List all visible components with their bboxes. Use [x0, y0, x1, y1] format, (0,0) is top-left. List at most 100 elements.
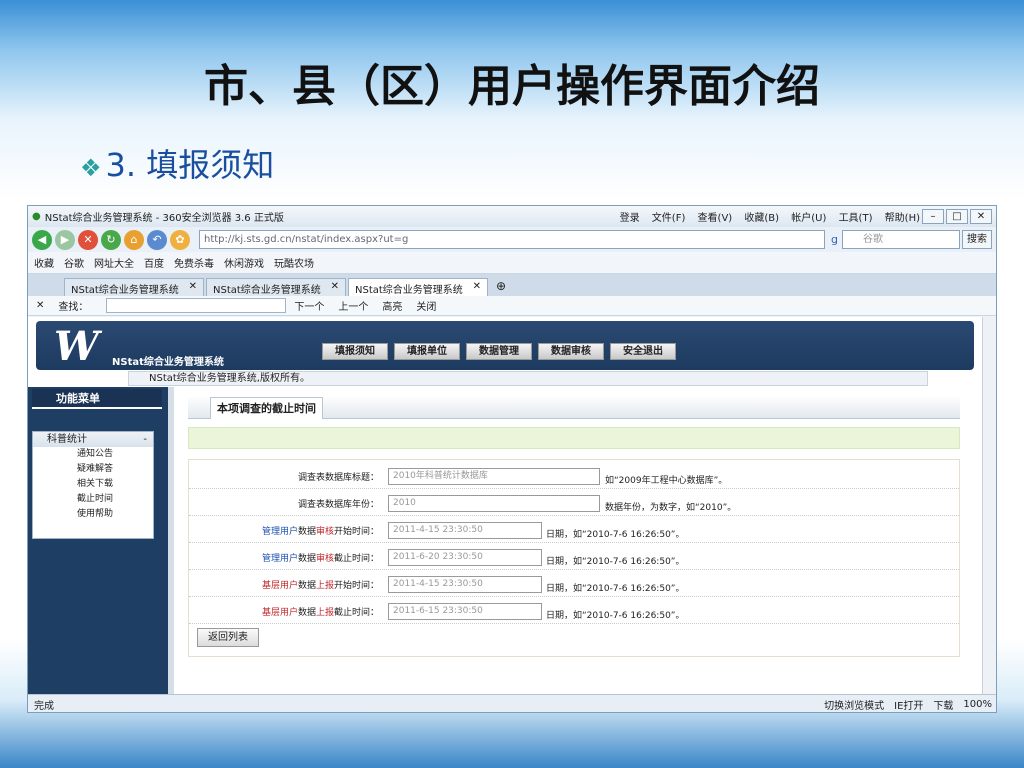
- undo-icon[interactable]: ↶: [147, 229, 167, 250]
- nav-logout[interactable]: 安全退出: [610, 343, 676, 360]
- form-row: 基层用户数据上报截止时间： 2011-6-15 23:30:50 日期，如“20…: [189, 599, 959, 624]
- switch-mode-button[interactable]: 切换浏览模式: [824, 697, 884, 712]
- nav-data-audit[interactable]: 数据审核: [538, 343, 604, 360]
- tab-bar: NStat综合业务管理系统 ✕ NStat综合业务管理系统 ✕ NStat综合业务管…: [28, 274, 996, 296]
- status-bar: 完成 切换浏览模式 IE打开 下载 100%: [28, 694, 996, 712]
- site-logo: W: [54, 323, 99, 370]
- sidebar-item-notice[interactable]: 通知公告: [33, 447, 153, 462]
- fav-item-antivirus[interactable]: 免费杀毒: [174, 255, 214, 270]
- page-scrollbar[interactable]: [982, 317, 996, 694]
- sidebar-item-download[interactable]: 相关下载: [33, 477, 153, 492]
- menu-tools[interactable]: 工具(T): [839, 213, 873, 224]
- stop-icon[interactable]: ✕: [78, 229, 98, 250]
- admin-audit-end-input[interactable]: 2011-6-20 23:30:50: [388, 549, 542, 566]
- form-row: 管理用户数据审核截止时间： 2011-6-20 23:30:50 日期，如“20…: [189, 545, 959, 570]
- tab-label: NStat综合业务管理系统: [71, 285, 179, 296]
- field-label: 调查表数据库年份：: [297, 500, 379, 510]
- tab-3[interactable]: NStat综合业务管理系统 ✕: [348, 278, 488, 296]
- base-report-start-input[interactable]: 2011-4-15 23:30:50: [388, 576, 542, 593]
- form-row: 调查表数据库标题： 2010年科普统计数据库 如“2009年工程中心数据库”。: [189, 464, 959, 489]
- subtitle-text: 3. 填报须知: [105, 146, 275, 184]
- tab-label: NStat综合业务管理系统: [355, 285, 463, 296]
- site-name: NStat综合业务管理系统: [112, 357, 224, 368]
- download-button[interactable]: 下载: [933, 697, 953, 712]
- fav-item-hao[interactable]: 网址大全: [94, 255, 134, 270]
- db-year-input[interactable]: 2010: [388, 495, 600, 512]
- field-label: 管理用户数据审核开始时间：: [261, 527, 379, 537]
- field-label: 基层用户数据上报截止时间：: [261, 608, 379, 618]
- menu-help[interactable]: 帮助(H): [885, 213, 920, 224]
- maximize-button[interactable]: □: [946, 209, 968, 224]
- site-header: W NStat综合业务管理系统 填报须知 填报单位 数据管理 数据审核 安全退出: [36, 321, 974, 370]
- field-hint: 日期，如“2010-7-6 16:26:50”。: [546, 611, 685, 621]
- slide-subtitle: ❖ 3. 填报须知: [80, 140, 274, 186]
- field-hint: 日期，如“2010-7-6 16:26:50”。: [546, 584, 685, 594]
- fav-item-baidu[interactable]: 百度: [144, 255, 164, 270]
- nav-fill-notice[interactable]: 填报须知: [322, 343, 388, 360]
- menu-account[interactable]: 帐户(U): [791, 213, 826, 224]
- tab-label: NStat综合业务管理系统: [213, 285, 321, 296]
- fav-item-farm[interactable]: 玩酷农场: [274, 255, 314, 270]
- refresh-icon[interactable]: ↻: [101, 229, 121, 250]
- field-label: 调查表数据库标题：: [297, 473, 379, 483]
- highlight-button[interactable]: 高亮: [382, 298, 402, 313]
- back-icon[interactable]: ◀: [32, 229, 52, 250]
- section-title: 本项调查的截止时间: [210, 397, 323, 419]
- info-bar: [188, 427, 960, 449]
- find-prev-button[interactable]: 上一个: [338, 298, 368, 313]
- form-row: 基层用户数据上报开始时间： 2011-4-15 23:30:50 日期，如“20…: [189, 572, 959, 597]
- fav-item-favorites[interactable]: 收藏: [34, 255, 54, 270]
- browser-logo-icon: ●: [32, 211, 41, 222]
- nav-data-manage[interactable]: 数据管理: [466, 343, 532, 360]
- field-hint: 数据年份，为数字，如“2010”。: [605, 503, 737, 513]
- tab-1[interactable]: NStat综合业务管理系统 ✕: [64, 278, 204, 296]
- section-header: 本项调查的截止时间: [188, 397, 960, 419]
- url-input[interactable]: http://kj.sts.gd.cn/nstat/index.aspx?ut=…: [199, 230, 826, 249]
- db-title-input[interactable]: 2010年科普统计数据库: [388, 468, 600, 485]
- menu-login[interactable]: 登录: [620, 213, 640, 224]
- browser-window: ● NStat综合业务管理系统 - 360安全浏览器 3.6 正式版 登录 文件…: [27, 205, 997, 713]
- tab-2[interactable]: NStat综合业务管理系统 ✕: [206, 278, 346, 296]
- find-next-button[interactable]: 下一个: [294, 298, 324, 313]
- home-icon[interactable]: ⌂: [124, 229, 144, 250]
- sidebar-splitter[interactable]: [168, 387, 174, 694]
- menu-favorites[interactable]: 收藏(B): [744, 213, 779, 224]
- fav-item-google[interactable]: 谷歌: [64, 255, 84, 270]
- close-icon[interactable]: ✕: [331, 281, 339, 294]
- forward-icon[interactable]: ▶: [55, 229, 75, 250]
- field-label: 基层用户数据上报开始时间：: [261, 581, 379, 591]
- search-engine-icon[interactable]: g: [831, 233, 838, 246]
- close-window-button[interactable]: ✕: [970, 209, 992, 224]
- field-hint: 日期，如“2010-7-6 16:26:50”。: [546, 557, 685, 567]
- ie-open-button[interactable]: IE打开: [894, 697, 923, 712]
- collapse-icon[interactable]: -: [143, 432, 147, 447]
- new-tab-icon[interactable]: ⊕: [496, 279, 506, 293]
- base-report-end-input[interactable]: 2011-6-15 23:30:50: [388, 603, 542, 620]
- close-icon[interactable]: ✕: [189, 281, 197, 294]
- close-icon[interactable]: ✕: [473, 281, 481, 294]
- search-button[interactable]: 搜索: [962, 230, 992, 249]
- search-input[interactable]: 谷歌: [842, 230, 960, 249]
- browser-menu: 登录 文件(F) 查看(V) 收藏(B) 帐户(U) 工具(T) 帮助(H): [611, 209, 920, 224]
- menu-file[interactable]: 文件(F): [652, 213, 686, 224]
- sidebar-title: 功能菜单: [32, 389, 162, 409]
- minimize-button[interactable]: –: [922, 209, 944, 224]
- sidebar-item-deadline[interactable]: 截止时间: [33, 492, 153, 507]
- favorites-bar: 收藏 谷歌 网址大全 百度 免费杀毒 休闲游戏 玩酷农场: [28, 252, 996, 274]
- page-viewport: W NStat综合业务管理系统 填报须知 填报单位 数据管理 数据审核 安全退出…: [28, 317, 983, 694]
- sidebar-group[interactable]: 科普统计 -: [33, 432, 153, 447]
- find-close-button[interactable]: 关闭: [416, 298, 436, 313]
- sidebar-item-help[interactable]: 使用帮助: [33, 507, 153, 522]
- sidebar-item-faq[interactable]: 疑难解答: [33, 462, 153, 477]
- admin-audit-start-input[interactable]: 2011-4-15 23:30:50: [388, 522, 542, 539]
- fav-item-games[interactable]: 休闲游戏: [224, 255, 264, 270]
- field-hint: 如“2009年工程中心数据库”。: [605, 476, 728, 486]
- back-to-list-button[interactable]: 返回列表: [197, 628, 259, 647]
- sidebar-panel: 科普统计 - 通知公告 疑难解答 相关下载 截止时间 使用帮助: [32, 431, 154, 539]
- zoom-level[interactable]: 100%: [963, 699, 992, 710]
- close-icon[interactable]: ✕: [36, 300, 44, 311]
- paw-icon[interactable]: ✿: [170, 229, 190, 250]
- nav-fill-unit[interactable]: 填报单位: [394, 343, 460, 360]
- menu-view[interactable]: 查看(V): [698, 213, 733, 224]
- find-input[interactable]: [106, 298, 287, 313]
